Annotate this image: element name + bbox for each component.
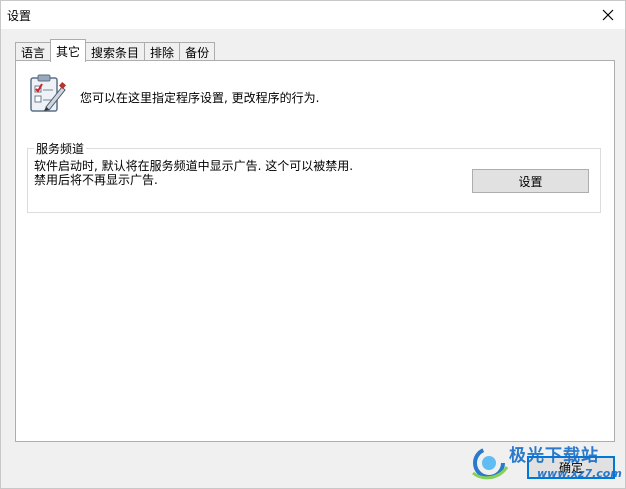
tab-label: 其它 xyxy=(56,44,81,59)
intro-text: 您可以在这里指定程序设置, 更改程序的行为. xyxy=(80,91,320,105)
tab-language[interactable]: 语言 xyxy=(15,42,52,61)
tab-exclude[interactable]: 排除 xyxy=(144,42,181,61)
service-channel-group: 服务频道 软件启动时, 默认将在服务频道中显示广告. 这个可以被禁用. 禁用后将… xyxy=(27,140,601,213)
tab-label: 语言 xyxy=(21,45,46,60)
watermark-logo-icon xyxy=(472,447,509,480)
group-desc-line-2: 禁用后将不再显示广告. xyxy=(34,173,158,187)
tab-bar: 语言 其它 搜索条目 排除 备份 xyxy=(15,39,216,62)
clipboard-checklist-icon xyxy=(30,74,67,112)
title-bar: 设置 xyxy=(1,1,625,29)
service-settings-button[interactable]: 设置 xyxy=(472,169,589,193)
group-description: 软件启动时, 默认将在服务频道中显示广告. 这个可以被禁用. 禁用后将不再显示广… xyxy=(34,159,353,187)
group-desc-line-1: 软件启动时, 默认将在服务频道中显示广告. 这个可以被禁用. xyxy=(34,159,354,173)
close-button[interactable] xyxy=(591,1,625,29)
tab-search-items[interactable]: 搜索条目 xyxy=(85,42,146,61)
tab-label: 排除 xyxy=(150,45,175,60)
group-title: 服务频道 xyxy=(34,140,87,157)
close-icon xyxy=(602,9,614,21)
ok-button[interactable]: 确定 xyxy=(527,456,615,479)
tab-other[interactable]: 其它 xyxy=(50,39,87,62)
tab-panel-other: 您可以在这里指定程序设置, 更改程序的行为. 服务频道 软件启动时, 默认将在服… xyxy=(15,60,615,442)
tab-label: 搜索条目 xyxy=(91,45,140,60)
window-title: 设置 xyxy=(7,9,32,23)
tab-label: 备份 xyxy=(185,45,210,60)
tab-backup[interactable]: 备份 xyxy=(179,42,216,61)
settings-window: 设置 语言 其它 搜索条目 排除 备份 您可以在这里指定程序设置, 更改程序的行… xyxy=(0,0,626,489)
